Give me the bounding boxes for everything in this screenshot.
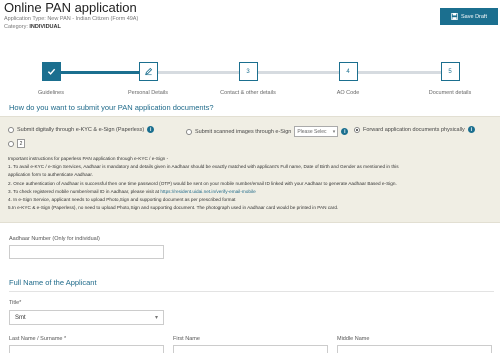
verify-email-mobile-link[interactable]: https://resident.uidai.net.in/verify-ema… xyxy=(160,189,255,194)
submit-options: Submit digitally through e-KYC & e-Sign … xyxy=(8,126,498,138)
title-select[interactable]: Smt ▾ xyxy=(9,310,164,325)
first-name-label: First Name xyxy=(173,336,200,342)
step-number: 3 xyxy=(238,62,258,81)
category-value: INDIVIDUAL xyxy=(29,24,61,30)
instruction-line: Important instructions for paperless PAN… xyxy=(8,156,169,161)
page-header: Online PAN application Application Type:… xyxy=(0,0,500,62)
application-type-value: New PAN - Indian Citizen (Form 49A) xyxy=(47,16,139,22)
instruction-line-with-link: 3. To check registered mobile number/ema… xyxy=(8,188,493,196)
number-box[interactable]: 2 xyxy=(17,139,25,148)
info-icon[interactable]: i xyxy=(341,128,349,135)
step-label: Guidelines xyxy=(38,90,64,96)
section-divider xyxy=(9,291,494,292)
step-ao-code[interactable]: 4 AO Code xyxy=(313,62,383,96)
aadhaar-input[interactable] xyxy=(9,245,164,259)
category-label: Category: xyxy=(4,24,28,30)
step-guidelines[interactable]: Guidelines xyxy=(16,62,86,96)
option-physical[interactable]: Forward application documents physically… xyxy=(354,126,475,133)
instruction-line: application form to authenticate Aadhaar… xyxy=(8,172,93,178)
full-name-heading: Full Name of the Applicant xyxy=(9,278,97,287)
middle-name-label: Middle Name xyxy=(337,336,370,342)
option-ekyc-esign[interactable]: Submit digitally through e-KYC & e-Sign … xyxy=(8,126,155,133)
floppy-disk-icon xyxy=(451,13,458,20)
step-number: 5 xyxy=(440,62,460,81)
option-scanned-esign[interactable]: Submit scanned images through e-Sign Ple… xyxy=(186,126,349,137)
radio-ekyc-esign[interactable] xyxy=(8,126,14,133)
application-type: Application Type: New PAN - Indian Citiz… xyxy=(4,16,138,22)
esign-type-placeholder: Please Selec xyxy=(297,128,327,135)
paperless-instructions: Important instructions for paperless PAN… xyxy=(8,155,493,212)
info-icon[interactable]: i xyxy=(147,126,155,133)
radio-secondary[interactable] xyxy=(8,140,14,147)
step-label: Document details xyxy=(428,90,472,96)
option-label: Submit digitally through e-KYC & e-Sign … xyxy=(17,126,145,133)
save-draft-button[interactable]: Save Draft xyxy=(440,8,498,25)
middle-name-input[interactable] xyxy=(337,345,492,353)
application-type-label: Application Type: xyxy=(4,16,46,22)
progress-stepper: Guidelines Personal Details 3 Contact & … xyxy=(0,58,500,98)
category: Category: INDIVIDUAL xyxy=(4,24,61,30)
esign-type-select[interactable]: Please Selec ▾ xyxy=(294,126,339,137)
option-label: Forward application documents physically xyxy=(363,126,465,133)
step-label: Personal Details xyxy=(127,90,169,96)
last-name-input[interactable] xyxy=(9,345,164,353)
radio-scanned-esign[interactable] xyxy=(186,128,192,135)
chevron-down-icon: ▾ xyxy=(332,128,336,135)
instruction-line: 4. In e-Sign Service, applicant needs to… xyxy=(8,197,236,203)
pencil-icon xyxy=(138,62,158,81)
step-label: Contact & other details xyxy=(220,90,276,96)
step-document-details[interactable]: 5 Document details xyxy=(415,62,485,96)
submit-method-question: How do you want to submit your PAN appli… xyxy=(9,103,214,112)
title-label: Title* xyxy=(9,300,22,306)
step-personal-details[interactable]: Personal Details xyxy=(113,62,183,96)
step-label: AO Code xyxy=(336,90,360,96)
option-label: Submit scanned images through e-Sign xyxy=(195,128,292,135)
last-name-label: Last Name / Surname * xyxy=(9,336,67,342)
aadhaar-label: Aadhaar Number (Only for individual) xyxy=(9,236,100,242)
title-value: Smt xyxy=(15,314,26,321)
save-draft-label: Save Draft xyxy=(461,13,487,20)
submit-method-panel: Submit digitally through e-KYC & e-Sign … xyxy=(0,116,500,223)
radio-physical[interactable] xyxy=(354,126,360,133)
instruction-line: 1. To avail e-KYC / e-Sign Services, Aad… xyxy=(8,164,399,170)
first-name-input[interactable] xyxy=(173,345,328,353)
instruction-line: 2. Once authentication of Aadhaar is suc… xyxy=(8,180,397,186)
instruction-line: 5.In e-KYC & e-Sign (Paperless), no need… xyxy=(8,205,339,211)
chevron-down-icon: ▾ xyxy=(154,315,158,321)
step-contact-details[interactable]: 3 Contact & other details xyxy=(213,62,283,96)
step-number: 4 xyxy=(338,62,358,81)
physical-option-extra: 2 xyxy=(8,139,25,148)
info-icon[interactable]: i xyxy=(467,126,475,133)
checkmark-icon xyxy=(41,62,61,81)
page-title: Online PAN application xyxy=(4,0,137,15)
instruction-line: 3. To check registered mobile number/ema… xyxy=(8,188,160,194)
